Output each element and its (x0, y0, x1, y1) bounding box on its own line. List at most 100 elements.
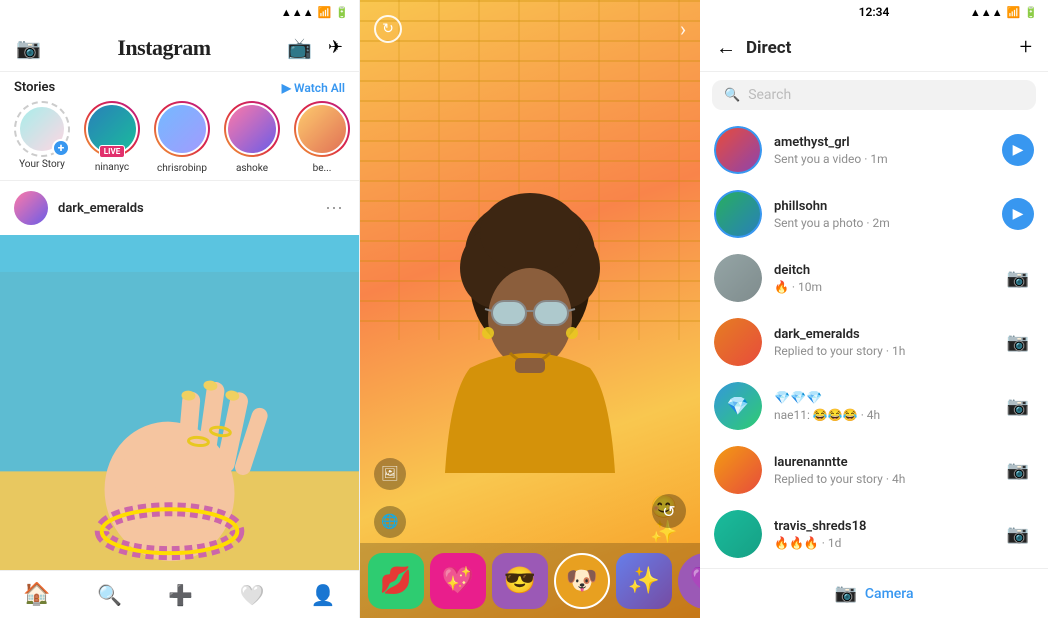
story-item-chrisrobinp[interactable]: chrisrobinp (152, 101, 212, 174)
camera-side-icons: 🖼 🌐 (374, 458, 406, 538)
direct-camera-icon: 📷 (834, 583, 856, 604)
story-item-ashoke[interactable]: ashoke (222, 101, 282, 174)
dm-item-amethyst-grl[interactable]: amethyst_grl Sent you a video · 1m ▶ (700, 118, 1048, 182)
dm-preview-travis-shreds18: 🔥🔥🔥 · 1d (774, 536, 990, 550)
post-username[interactable]: dark_emeralds (58, 201, 315, 216)
post-avatar (14, 191, 48, 225)
direct-icon[interactable]: ✈ (328, 37, 343, 58)
story-item-ninanyc[interactable]: LIVE ninanyc (82, 101, 142, 174)
filter-sparkle[interactable]: 💜 (678, 553, 700, 609)
add-conversation-button[interactable]: + (1020, 35, 1032, 60)
dm-avatar-dark-emeralds (714, 318, 762, 366)
dm-avatar-travis-shreds18 (714, 510, 762, 558)
story-label-ninanyc: ninanyc (95, 162, 129, 173)
filter-dog[interactable]: 🐶 (554, 553, 610, 609)
dm-camera-button-laurenanntte[interactable]: 📷 (1002, 454, 1034, 486)
dm-item-dark-emeralds[interactable]: dark_emeralds Replied to your story · 1h… (700, 310, 1048, 374)
camera-refresh-icon[interactable]: ↻ (374, 15, 402, 43)
dm-camera-button-diamonds[interactable]: 📷 (1002, 390, 1034, 422)
direct-title: Direct (746, 38, 1010, 58)
feed-statusbar: 12:30 ▲▲▲ 📶 🔋 (0, 0, 359, 24)
camera-panel: ↻ › 🖼 🌐 😊✨ ↺ 💋 💖 😎 🐶 ✨ 💜 (360, 0, 700, 618)
nav-profile-icon[interactable]: 👤 (311, 583, 336, 607)
direct-battery: 🔋 (1024, 6, 1038, 19)
dm-info-phillsohn: phillsohn Sent you a photo · 2m (774, 199, 990, 230)
dm-camera-button-deitch[interactable]: 📷 (1002, 262, 1034, 294)
stories-label: Stories (14, 80, 55, 95)
filter-star[interactable]: ✨ (616, 553, 672, 609)
dm-name-laurenanntte: laurenanntte (774, 455, 990, 470)
story-label-your-story: Your Story (19, 159, 65, 170)
dm-name-diamonds: 💎💎💎 (774, 391, 990, 406)
dm-camera-button-travis-shreds18[interactable]: 📷 (1002, 518, 1034, 550)
dm-name-deitch: deitch (774, 263, 990, 278)
dm-item-laurenanntte[interactable]: laurenanntte Replied to your story · 4h … (700, 438, 1048, 502)
dm-preview-diamonds: nae11: 😂😂😂 · 4h (774, 408, 990, 422)
feed-panel: 12:30 ▲▲▲ 📶 🔋 📷 Instagram 📺 ✈ Stories ▶ … (0, 0, 360, 618)
dm-name-amethyst-grl: amethyst_grl (774, 135, 990, 150)
post-image-content (0, 235, 359, 618)
feed-logo: Instagram (117, 35, 210, 61)
dm-name-dark-emeralds: dark_emeralds (774, 327, 990, 342)
dm-avatar-amethyst-grl (714, 126, 762, 174)
story-item-your-story[interactable]: + Your Story (12, 101, 72, 174)
post-more-icon[interactable]: ⋯ (325, 198, 345, 219)
dm-preview-deitch: 🔥 · 10m (774, 280, 990, 294)
direct-time: 12:34 (859, 5, 890, 19)
filter-heart[interactable]: 💖 (430, 553, 486, 609)
dm-camera-button-dark-emeralds[interactable]: 📷 (1002, 326, 1034, 358)
stories-header: Stories ▶ Watch All (0, 80, 359, 101)
post-header: dark_emeralds ⋯ (0, 181, 359, 235)
nav-heart-icon[interactable]: 🤍 (240, 583, 265, 607)
direct-panel: 12:34 ▲▲▲ 📶 🔋 ← Direct + 🔍 Search amethy… (700, 0, 1048, 618)
dm-avatar-diamonds: 💎 (714, 382, 762, 430)
feed-header-icons: 📺 ✈ (287, 36, 343, 60)
camera-icon[interactable]: 📷 (16, 36, 41, 60)
direct-header: ← Direct + (700, 24, 1048, 72)
bottom-nav: 🏠 🔍 ➕ 🤍 👤 (0, 570, 359, 618)
dm-play-button-amethyst-grl[interactable]: ▶ (1002, 134, 1034, 166)
person-silhouette (420, 193, 640, 543)
post-image: 🏠 🔍 ➕ 🤍 👤 (0, 235, 359, 618)
watch-all-button[interactable]: ▶ Watch All (282, 81, 345, 95)
dm-item-travis-shreds18[interactable]: travis_shreds18 🔥🔥🔥 · 1d 📷 (700, 502, 1048, 566)
story-label-chrisrobinp: chrisrobinp (157, 163, 207, 174)
direct-signal: ▲▲▲ (970, 6, 1003, 19)
battery-icon: 🔋 (335, 6, 349, 19)
nav-search-icon[interactable]: 🔍 (97, 583, 122, 607)
direct-wifi: 📶 (1007, 6, 1021, 19)
stories-section: Stories ▶ Watch All + Your Story (0, 72, 359, 181)
feed-header: 📷 Instagram 📺 ✈ (0, 24, 359, 72)
camera-chevron-icon[interactable]: › (680, 17, 686, 41)
igtv-icon[interactable]: 📺 (287, 36, 312, 60)
search-icon: 🔍 (724, 88, 740, 103)
location-icon[interactable]: 🌐 (374, 506, 406, 538)
dm-item-phillsohn[interactable]: phillsohn Sent you a photo · 2m ▶ (700, 182, 1048, 246)
dm-info-laurenanntte: laurenanntte Replied to your story · 4h (774, 455, 990, 486)
story-label-ashoke: ashoke (236, 163, 268, 174)
dm-item-diamonds[interactable]: 💎 💎💎💎 nae11: 😂😂😂 · 4h 📷 (700, 374, 1048, 438)
dm-preview-phillsohn: Sent you a photo · 2m (774, 216, 990, 230)
direct-camera-button[interactable]: 📷 Camera (700, 568, 1048, 618)
signal-icon: ▲▲▲ (281, 6, 314, 19)
dm-play-button-phillsohn[interactable]: ▶ (1002, 198, 1034, 230)
nav-home-icon[interactable]: 🏠 (23, 582, 50, 607)
dm-name-travis-shreds18: travis_shreds18 (774, 519, 990, 534)
filter-lips[interactable]: 💋 (368, 553, 424, 609)
dm-item-deitch[interactable]: deitch 🔥 · 10m 📷 (700, 246, 1048, 310)
dm-info-deitch: deitch 🔥 · 10m (774, 263, 990, 294)
dm-info-amethyst-grl: amethyst_grl Sent you a video · 1m (774, 135, 990, 166)
dm-info-travis-shreds18: travis_shreds18 🔥🔥🔥 · 1d (774, 519, 990, 550)
gallery-icon[interactable]: 🖼 (374, 458, 406, 490)
stories-list: + Your Story LIVE ninanyc chrisro (0, 101, 359, 174)
back-button[interactable]: ← (716, 35, 736, 60)
wifi-icon: 📶 (318, 6, 332, 19)
rotate-icon[interactable]: ↺ (652, 494, 686, 528)
filter-sunglasses[interactable]: 😎 (492, 553, 548, 609)
search-bar[interactable]: 🔍 Search (712, 80, 1036, 110)
camera-filters: 💋 💖 😎 🐶 ✨ 💜 (360, 543, 700, 618)
nav-add-icon[interactable]: ➕ (168, 583, 193, 607)
direct-statusbar: 12:34 ▲▲▲ 📶 🔋 (700, 0, 1048, 24)
story-item-be[interactable]: be... (292, 101, 352, 174)
live-badge: LIVE (99, 145, 125, 158)
